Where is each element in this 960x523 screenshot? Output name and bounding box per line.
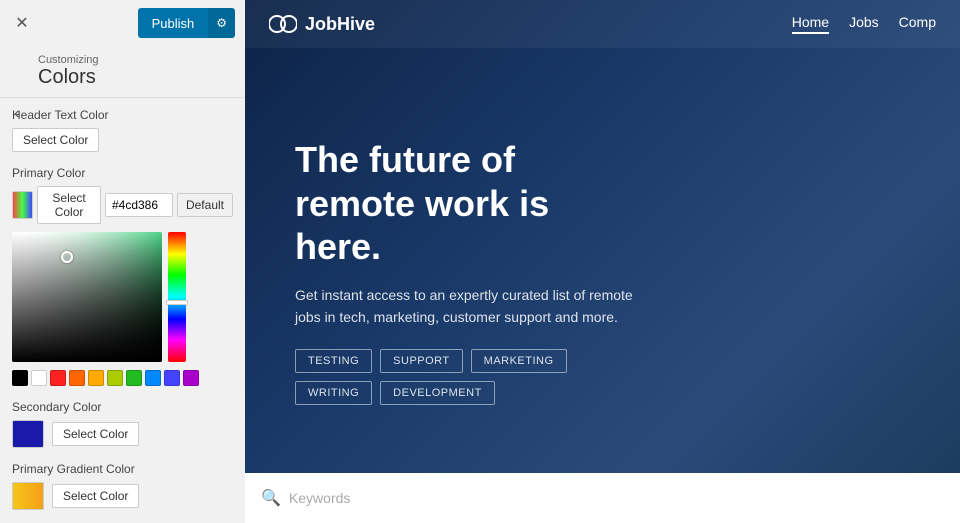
- hero-title: The future of remote work is here.: [295, 138, 633, 268]
- tag-testing[interactable]: TESTING: [295, 349, 372, 373]
- hero-content: The future of remote work is here. Get i…: [295, 138, 633, 424]
- swatch-white[interactable]: [31, 370, 47, 386]
- color-picker: [12, 232, 233, 362]
- publish-gear-button[interactable]: ⚙: [208, 8, 235, 38]
- hero-tags: TESTING SUPPORT MARKETING WRITING DEVELO…: [295, 349, 633, 405]
- color-swatches-row: [12, 370, 233, 386]
- search-bar[interactable]: 🔍 Keywords: [245, 473, 960, 523]
- nav-link-comp[interactable]: Comp: [899, 14, 936, 34]
- hue-slider[interactable]: [166, 300, 188, 305]
- swatch-black[interactable]: [12, 370, 28, 386]
- tag-marketing[interactable]: MARKETING: [471, 349, 567, 373]
- close-button[interactable]: ✕: [10, 11, 34, 35]
- publish-button[interactable]: Publish: [138, 8, 209, 38]
- hue-bar-container: [168, 232, 186, 362]
- tag-writing[interactable]: WRITING: [295, 381, 372, 405]
- color-gradient-canvas[interactable]: [12, 232, 162, 362]
- secondary-color-row: Select Color: [12, 420, 233, 448]
- search-placeholder-text: Keywords: [289, 490, 350, 506]
- swatch-orange[interactable]: [69, 370, 85, 386]
- panel-content: Header Text Color Select Color Primary C…: [0, 98, 245, 523]
- hero-section: The future of remote work is here. Get i…: [245, 0, 960, 523]
- swatch-yellow[interactable]: [88, 370, 104, 386]
- secondary-select-color-btn[interactable]: Select Color: [52, 422, 139, 446]
- primary-color-row: Select Color Default: [12, 186, 233, 224]
- primary-gradient-row: Select Color: [12, 482, 233, 510]
- breadcrumb-title: Colors: [38, 66, 233, 89]
- tag-support[interactable]: SUPPORT: [380, 349, 462, 373]
- nav-link-home[interactable]: Home: [792, 14, 829, 34]
- primary-color-label: Primary Color: [12, 166, 233, 180]
- site-preview: JobHive Home Jobs Comp The future of rem…: [245, 0, 960, 523]
- primary-select-color-btn[interactable]: Select Color: [37, 186, 101, 224]
- tag-development[interactable]: DEVELOPMENT: [380, 381, 495, 405]
- secondary-color-swatch[interactable]: [12, 420, 44, 448]
- hue-bar[interactable]: [168, 232, 186, 362]
- swatch-yellow-green[interactable]: [107, 370, 123, 386]
- publish-group: Publish ⚙: [138, 8, 235, 38]
- primary-color-swatch-btn[interactable]: [12, 191, 33, 219]
- swatch-green[interactable]: [126, 370, 142, 386]
- swatch-blue[interactable]: [145, 370, 161, 386]
- primary-gradient-section: Primary Gradient Color Select Color: [12, 462, 233, 510]
- primary-color-section: Primary Color Select Color Default: [12, 166, 233, 386]
- customizer-panel: ✕ Publish ⚙ ‹ Customizing Colors Header …: [0, 0, 245, 523]
- site-nav: JobHive Home Jobs Comp: [245, 0, 960, 48]
- back-button[interactable]: ‹: [10, 101, 23, 127]
- top-bar-area: ✕ Publish ⚙ ‹ Customizing Colors: [0, 0, 245, 98]
- header-text-color-btn[interactable]: Select Color: [12, 128, 99, 152]
- logo-icon: [269, 12, 297, 36]
- search-icon: 🔍: [261, 488, 281, 508]
- primary-gradient-label: Primary Gradient Color: [12, 462, 233, 476]
- primary-hex-input[interactable]: [105, 193, 173, 217]
- logo-text: JobHive: [305, 14, 375, 35]
- primary-gradient-select-btn[interactable]: Select Color: [52, 484, 139, 508]
- header-text-color-section: Header Text Color Select Color: [12, 108, 233, 152]
- hero-subtitle: Get instant access to an expertly curate…: [295, 284, 633, 329]
- swatch-dark-blue[interactable]: [164, 370, 180, 386]
- nav-link-jobs[interactable]: Jobs: [849, 14, 879, 34]
- secondary-color-label: Secondary Color: [12, 400, 233, 414]
- swatch-red[interactable]: [50, 370, 66, 386]
- breadcrumb: ‹ Customizing Colors: [0, 46, 245, 97]
- site-logo: JobHive: [269, 12, 375, 36]
- breadcrumb-parent: Customizing: [38, 54, 233, 66]
- gradient-dark-overlay: [12, 232, 162, 362]
- secondary-color-section: Secondary Color Select Color: [12, 400, 233, 448]
- primary-gradient-swatch[interactable]: [12, 482, 44, 510]
- swatch-purple[interactable]: [183, 370, 199, 386]
- site-nav-links: Home Jobs Comp: [792, 14, 936, 34]
- primary-default-btn[interactable]: Default: [177, 193, 233, 217]
- header-text-color-label: Header Text Color: [12, 108, 233, 122]
